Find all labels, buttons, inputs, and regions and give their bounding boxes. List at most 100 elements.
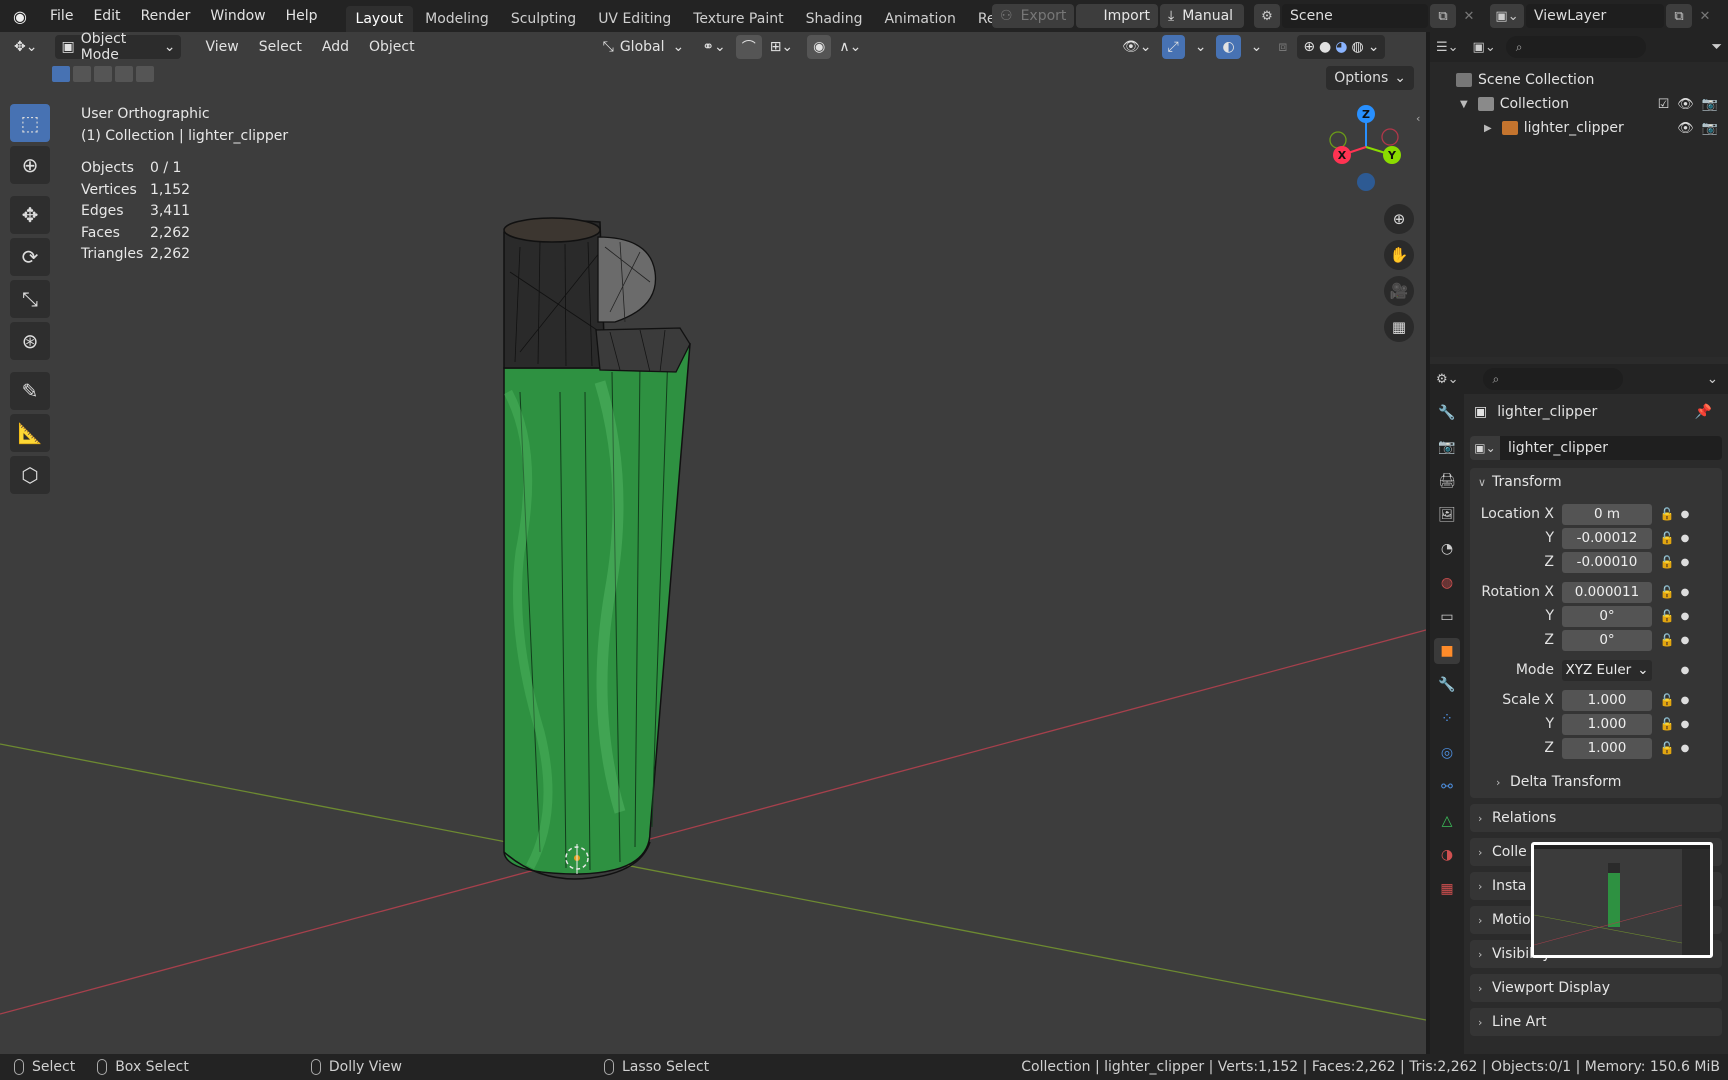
filter-icon[interactable]: ⏷ [1711,39,1722,55]
scene-field[interactable]: Scene [1282,4,1428,28]
physics-tab-icon[interactable]: ◎ [1434,740,1460,766]
object-name-field[interactable]: lighter_clipper [1500,436,1722,460]
cursor-tool-icon[interactable]: ⊕ [10,146,50,184]
snap-toggle[interactable]: ⌒ [735,35,762,59]
orientation-dropdown[interactable]: ⤡ Global ⌄ [597,35,691,59]
outliner-object[interactable]: ▶ lighter_clipper 👁 📷 [1430,116,1728,140]
rotation-mode-dropdown[interactable]: XYZ Euler ⌄ [1562,659,1652,681]
display-mode-icon[interactable]: ▣⌄ [1473,40,1496,55]
lock-icon[interactable]: 🔓 [1656,693,1678,707]
mode-dropdown[interactable]: ▣ Object Mode ⌄ [55,32,182,63]
tab-sculpting[interactable]: Sculpting [501,6,586,32]
delete-viewlayer-icon[interactable]: ✕ [1692,4,1718,28]
rotation-y-field[interactable]: 0° [1562,605,1652,627]
ortho-grid-icon[interactable]: ▦ [1384,312,1414,342]
lock-icon[interactable]: 🔓 [1656,609,1678,623]
transform-tool-icon[interactable]: ⊛ [10,322,50,360]
material-tab-icon[interactable]: ◑ [1434,842,1460,868]
menu-object[interactable]: Object [359,39,425,55]
screenshot-thumbnail[interactable] [1531,842,1713,958]
lock-icon[interactable]: 🔓 [1656,717,1678,731]
modifier-tab-icon[interactable]: 🔧 [1434,672,1460,698]
keyframe-dot-icon[interactable]: ● [1678,743,1692,754]
move-tool-icon[interactable]: ✥ [10,196,50,234]
menu-help[interactable]: Help [276,0,328,32]
lock-icon[interactable]: 🔓 [1656,585,1678,599]
scene-icon[interactable]: ⚙ [1254,4,1280,28]
navigation-gizmo[interactable]: Z Y X [1318,102,1408,212]
manual-button[interactable]: ⤓ Manual [1160,4,1244,28]
overlay-toggle[interactable]: ◐ [1216,35,1241,59]
gizmo-dropdown[interactable]: ⌄ [1189,35,1213,59]
menu-edit[interactable]: Edit [83,0,130,32]
scene-tab-icon[interactable]: ◔ [1434,536,1460,562]
lock-icon[interactable]: 🔓 [1656,507,1678,521]
snap-dropdown[interactable]: ⊞⌄ [764,35,799,59]
annotate-tool-icon[interactable]: ✎ [10,372,50,410]
collection-tab-icon[interactable]: ▭ [1434,604,1460,630]
select-new-icon[interactable] [52,66,70,82]
lock-icon[interactable]: 🔓 [1656,633,1678,647]
properties-editor-icon[interactable]: ⚙⌄ [1436,372,1459,387]
lock-icon[interactable]: 🔓 [1656,555,1678,569]
line-art-panel[interactable]: › Line Art [1470,1008,1722,1036]
scale-z-field[interactable]: 1.000 [1562,737,1652,759]
outliner-collection[interactable]: ▼ Collection ☑ 👁 📷 [1430,92,1728,116]
select-invert-icon[interactable] [115,66,133,82]
overlay-dropdown[interactable]: ⌄ [1245,35,1269,59]
camera-icon[interactable]: 📷 [1702,97,1718,112]
zoom-icon[interactable]: ⊕ [1384,204,1414,234]
rotation-z-field[interactable]: 0° [1562,629,1652,651]
constraints-tab-icon[interactable]: ⚯ [1434,774,1460,800]
rendered-shading-icon[interactable]: ◍ [1351,39,1363,55]
object-tab-icon[interactable]: ■ [1434,638,1460,664]
select-subtract-icon[interactable] [94,66,112,82]
outliner-scene-collection[interactable]: Scene Collection [1430,68,1728,92]
keyframe-dot-icon[interactable]: ● [1678,635,1692,646]
tab-texture-paint[interactable]: Texture Paint [683,6,793,32]
world-tab-icon[interactable]: ◍ [1434,570,1460,596]
delta-transform-subpanel[interactable]: › Delta Transform [1470,768,1722,796]
lock-icon[interactable]: 🔓 [1656,741,1678,755]
camera-icon[interactable]: 📷 [1702,121,1718,136]
datablock-type-icon[interactable]: ▣⌄ [1470,436,1500,460]
tab-shading[interactable]: Shading [796,6,873,32]
solid-shading-icon[interactable]: ● [1319,39,1331,55]
camera-view-icon[interactable]: 🎥 [1384,276,1414,306]
export-button[interactable]: ⚇ Export [992,4,1074,28]
keyframe-dot-icon[interactable]: ● [1678,611,1692,622]
falloff-dropdown[interactable]: ∧⌄ [833,35,867,59]
tab-animation[interactable]: Animation [874,6,965,32]
location-z-field[interactable]: -0.00010 [1562,551,1652,573]
blender-logo-icon[interactable]: ◉ [0,0,40,32]
chevron-down-icon[interactable]: ⌄ [1368,39,1380,55]
viewport-display-panel[interactable]: › Viewport Display [1470,974,1722,1002]
wireframe-shading-icon[interactable]: ⊕ [1303,39,1315,55]
sidebar-toggle-icon[interactable]: ‹ [1416,112,1420,125]
pan-hand-icon[interactable]: ✋ [1384,240,1414,270]
lighter-model[interactable] [503,217,691,880]
keyframe-dot-icon[interactable]: ● [1678,557,1692,568]
viewlayer-icon[interactable]: ▣⌄ [1490,4,1524,28]
keyframe-dot-icon[interactable]: ● [1678,533,1692,544]
menu-select[interactable]: Select [249,39,312,55]
xray-toggle[interactable]: ⧈ [1272,35,1293,59]
import-button[interactable]: Import [1076,4,1158,28]
rotate-tool-icon[interactable]: ⟳ [10,238,50,276]
tab-modeling[interactable]: Modeling [415,6,499,32]
relations-panel[interactable]: › Relations [1470,804,1722,832]
menu-view[interactable]: View [195,39,248,55]
view-layer-tab-icon[interactable]: 🖼 [1434,502,1460,528]
tab-layout[interactable]: Layout [345,6,414,32]
location-y-field[interactable]: -0.00012 [1562,527,1652,549]
texture-tab-icon[interactable]: ▦ [1434,876,1460,902]
data-tab-icon[interactable]: △ [1434,808,1460,834]
viewlayer-field[interactable]: ViewLayer [1526,4,1664,28]
tool-tab-icon[interactable]: 🔧 [1434,400,1460,426]
expand-arrow-icon[interactable]: ▶ [1484,123,1492,134]
select-box-tool-icon[interactable]: ⬚ [10,104,50,142]
checkbox-icon[interactable]: ☑ [1658,97,1670,112]
outliner-search-input[interactable]: ⌕ [1505,36,1646,58]
material-shading-icon[interactable]: ◕ [1335,39,1347,55]
new-scene-icon[interactable]: ⧉ [1430,4,1456,28]
